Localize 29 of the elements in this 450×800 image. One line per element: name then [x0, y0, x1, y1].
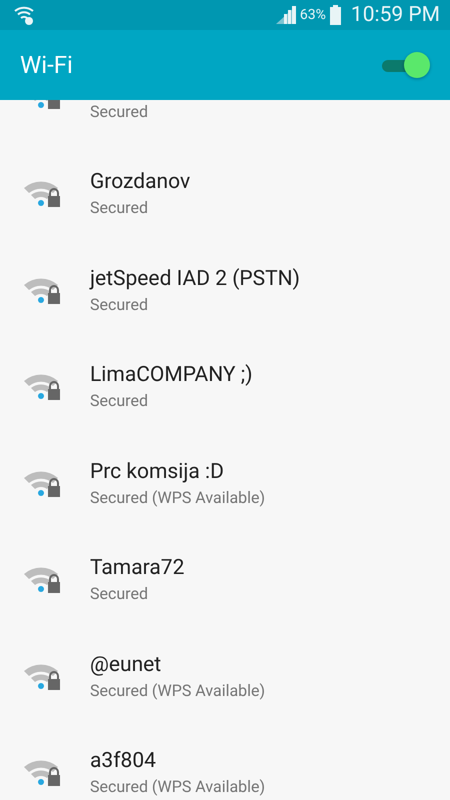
wifi-lock-icon [24, 662, 62, 691]
wifi-lock-icon [24, 759, 62, 788]
network-status: Secured (WPS Available) [90, 776, 266, 798]
network-name[interactable]: @eunet [90, 650, 266, 679]
battery-percentage: 63% [300, 7, 326, 23]
network-name[interactable]: jetSpeed IAD 2 (PSTN) [90, 264, 300, 293]
wifi-lock-icon [24, 373, 62, 402]
network-name[interactable]: Tamara72 [90, 554, 184, 582]
network-status: Secured [90, 390, 149, 412]
network-name[interactable]: LimaCOMPANY ;) [90, 361, 253, 390]
network-name[interactable]: Grozdanov [90, 168, 190, 196]
battery-icon [330, 5, 341, 25]
clock: 10:59 PM [350, 3, 440, 27]
wifi-lock-icon [24, 276, 62, 305]
network-status: Secured [90, 197, 149, 220]
wifi-icon [14, 5, 36, 25]
network-name[interactable]: a3f804 [90, 747, 266, 776]
network-name[interactable]: Prc komsija :D [90, 458, 266, 486]
wifi-lock-icon [24, 566, 62, 594]
wifi-lock-icon [24, 470, 62, 498]
network-status: Secured [90, 101, 148, 123]
network-status: Secured (WPS Available) [90, 680, 266, 702]
signal-icon [276, 6, 296, 24]
network-status: Secured (WPS Available) [90, 486, 266, 509]
network-status: Secured [90, 583, 149, 606]
network-status: Secured [90, 294, 149, 316]
screen-title: Wi-Fi [20, 51, 74, 79]
wifi-lock-icon [24, 180, 62, 208]
wifi-toggle[interactable] [382, 52, 430, 78]
